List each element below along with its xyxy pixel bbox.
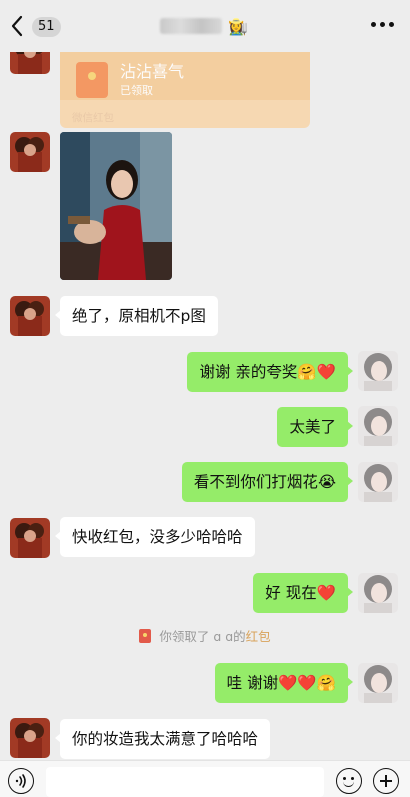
avatar[interactable]: [358, 573, 398, 613]
message-bubble[interactable]: 看不到你们打烟花😭: [181, 462, 354, 502]
input-bar: [0, 760, 410, 797]
message-bubble[interactable]: 绝了，原相机不p图: [55, 296, 218, 336]
unread-badge[interactable]: 51: [32, 17, 61, 37]
more-icon[interactable]: [371, 22, 394, 27]
photo-message[interactable]: [60, 132, 172, 280]
blurred-contact-name: [160, 18, 222, 34]
message-bubble[interactable]: 好 现在❤️: [253, 573, 353, 613]
avatar[interactable]: [358, 406, 398, 446]
red-packet-status: 已领取: [120, 84, 153, 97]
red-packet-notice: 你领取了 ɑ ɑ的红包: [0, 626, 410, 645]
avatar[interactable]: [10, 132, 50, 172]
chat-title: 👩‍🌾: [160, 14, 248, 38]
message-input[interactable]: [46, 767, 324, 797]
message-bubble[interactable]: 你的妆造我太满意了哈哈哈: [54, 719, 271, 759]
avatar[interactable]: [10, 296, 50, 336]
avatar[interactable]: [358, 462, 398, 502]
red-packet-title: 沾沾喜气: [120, 62, 185, 81]
title-emoji: 👩‍🌾: [228, 16, 248, 36]
emoji-icon[interactable]: [336, 768, 362, 794]
avatar[interactable]: [10, 518, 50, 558]
red-packet-icon: [76, 62, 108, 98]
red-packet-icon: [139, 629, 152, 643]
notice-mid: 的: [233, 629, 246, 644]
back-arrow-icon[interactable]: [8, 14, 28, 38]
message-bubble[interactable]: 快收红包，没多少哈哈哈: [55, 517, 255, 557]
red-packet-footer: 微信红包: [72, 112, 114, 124]
plus-icon[interactable]: [373, 768, 399, 794]
chat-header: 51 👩‍🌾: [0, 0, 410, 52]
notice-link[interactable]: 红包: [246, 629, 271, 644]
message-bubble[interactable]: 哇 谢谢❤️❤️🤗: [214, 663, 354, 703]
notice-name: ɑ ɑ: [213, 629, 234, 644]
avatar[interactable]: [358, 663, 398, 703]
message-bubble[interactable]: 谢谢 亲的夸奖🤗❤️: [187, 352, 353, 392]
notice-prefix: 你领取了: [159, 629, 210, 644]
avatar[interactable]: [10, 718, 50, 758]
avatar[interactable]: [358, 351, 398, 391]
message-bubble[interactable]: 太美了: [277, 407, 353, 447]
voice-icon[interactable]: [8, 768, 34, 794]
